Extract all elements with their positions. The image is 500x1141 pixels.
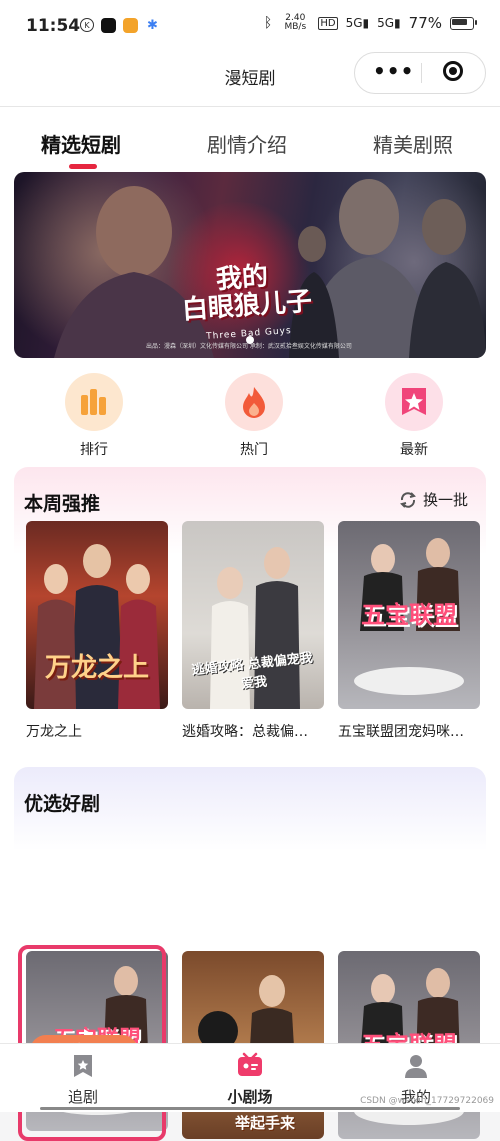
nav-label: 小剧场: [227, 1088, 273, 1106]
nav-follow[interactable]: 追剧: [33, 1052, 133, 1107]
status-right: ᛒ 2.40 MB/s HD 5G▮ 5G▮ 77%: [263, 13, 477, 32]
nav-label: 追剧: [67, 1088, 98, 1106]
status-app-icons: K ✱: [80, 18, 160, 33]
drama-title[interactable]: 万龙之上: [26, 721, 168, 741]
status-bar: 11:54 K ✱ ᛒ 2.40 MB/s HD 5G▮ 5G▮ 77%: [0, 0, 500, 56]
tab-plot[interactable]: 剧情介绍: [207, 129, 287, 158]
quick-link-label: 最新: [400, 442, 428, 458]
network-speed: 2.40 MB/s: [284, 13, 307, 32]
quick-link-ranking[interactable]: 排行: [54, 373, 134, 459]
notification-k-icon: K: [80, 18, 94, 32]
notification-app-icon: [101, 18, 116, 33]
bottom-nav: 追剧 小剧场 我的 CSDN @weixin_17729722069: [0, 1043, 500, 1112]
refresh-button[interactable]: 换一批: [399, 489, 468, 510]
good-picks-section: 优选好剧 五宝联盟 继续观看 雷霆四宝 爹地举起手来: [14, 767, 486, 1141]
home-indicator[interactable]: [40, 1107, 460, 1110]
weekly-picks-section: 本周强推 换一批 万龙之上 万龙之上 逃婚攻略 总裁偏宠我爱我 逃婚攻略：总裁偏…: [14, 467, 486, 759]
poster-title-art: 万龙之上: [44, 653, 149, 683]
drama-poster[interactable]: 万龙之上: [26, 521, 168, 709]
quick-links: 排行 热门 最新: [0, 371, 500, 459]
refresh-icon: [400, 491, 416, 508]
active-tab-indicator: [69, 164, 97, 169]
quick-link-latest[interactable]: 最新: [374, 373, 454, 459]
bookmark-icon: [69, 1052, 97, 1080]
drama-poster[interactable]: 五宝联盟: [338, 521, 480, 709]
star-badge-icon: [385, 373, 443, 431]
miniprogram-capsule: •••: [354, 52, 486, 94]
signal-icon: 5G▮: [345, 16, 370, 30]
bluetooth-icon: ᛒ: [263, 15, 273, 31]
signal-icon-2: 5G▮: [377, 16, 401, 30]
quick-link-label: 热门: [240, 442, 268, 458]
quick-link-label: 排行: [80, 442, 108, 458]
drama-title[interactable]: 五宝联盟团宠妈咪…: [338, 721, 480, 741]
drama-poster[interactable]: 逃婚攻略 总裁偏宠我爱我: [182, 521, 324, 709]
notification-video-icon: [123, 18, 138, 33]
notification-paw-icon: ✱: [147, 18, 158, 33]
quick-link-hot[interactable]: 热门: [214, 373, 294, 459]
battery-icon: [450, 16, 477, 30]
tab-bar: 精选短剧 剧情介绍 精美剧照: [0, 107, 500, 171]
tab-featured[interactable]: 精选短剧: [41, 129, 121, 158]
tab-stills[interactable]: 精美剧照: [373, 129, 453, 158]
poster-title-art: 五宝联盟: [361, 601, 457, 629]
watermark: CSDN @weixin_17729722069: [360, 1096, 494, 1106]
hd-icon: HD: [318, 16, 338, 30]
user-icon: [402, 1052, 430, 1080]
more-icon[interactable]: •••: [373, 61, 414, 81]
status-time: 11:54: [26, 16, 81, 36]
nav-theater[interactable]: 小剧场: [200, 1052, 300, 1107]
banner-page-dot: [246, 336, 254, 344]
weekly-title: 本周强推: [24, 493, 101, 515]
capsule-divider: [421, 63, 422, 83]
bar-chart-icon: [65, 373, 123, 431]
picks-title: 优选好剧: [24, 793, 101, 815]
drama-title[interactable]: 逃婚攻略：总裁偏…: [182, 721, 324, 741]
close-target-icon[interactable]: [443, 61, 463, 81]
theater-icon: [236, 1052, 264, 1080]
title-bar: 漫短剧 •••: [0, 52, 500, 107]
main-content: 精选短剧 剧情介绍 精美剧照 我的 白眼狼儿子 Three Bad Guys 出…: [0, 107, 500, 1141]
battery-percent: 77%: [408, 14, 442, 32]
flame-icon: [225, 373, 283, 431]
hero-banner[interactable]: 我的 白眼狼儿子 Three Bad Guys 出品：漫森（深圳）文化传媒有限公…: [14, 172, 486, 358]
refresh-label: 换一批: [422, 491, 468, 509]
